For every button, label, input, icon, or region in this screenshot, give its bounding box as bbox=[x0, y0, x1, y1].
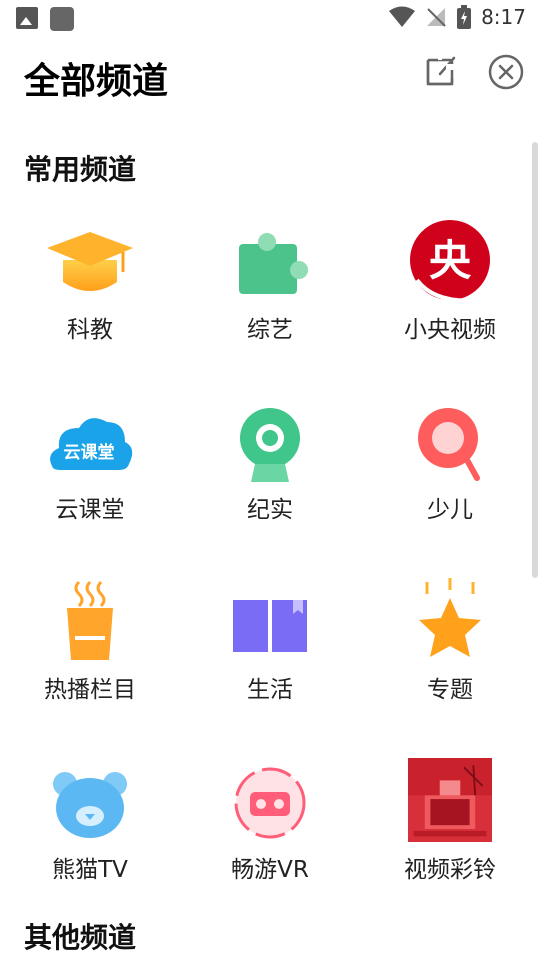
channel-item-panda[interactable]: 熊猫TV bbox=[0, 750, 180, 930]
channel-label: 生活 bbox=[247, 677, 293, 703]
status-bar: 8:17 bbox=[0, 0, 540, 36]
header: 全部频道 bbox=[0, 44, 540, 108]
panda-icon bbox=[53, 772, 127, 838]
page-title: 全部频道 bbox=[24, 61, 169, 102]
channel-label: 小央视频 bbox=[404, 317, 496, 343]
ringtone-thumbnail bbox=[408, 758, 492, 842]
channel-item-rebo[interactable]: 热播栏目 bbox=[0, 570, 180, 750]
yang-logo-icon: 央 bbox=[410, 220, 490, 303]
channel-item-yunketang[interactable]: 云课堂 云课堂 bbox=[0, 390, 180, 570]
vr-headset-icon bbox=[234, 767, 306, 839]
channel-item-keji[interactable]: 科教 bbox=[0, 210, 180, 390]
hot-cup-icon bbox=[67, 580, 113, 660]
channel-item-zongyi[interactable]: 综艺 bbox=[180, 210, 360, 390]
cloud-icon-text: 云课堂 bbox=[64, 442, 115, 463]
channel-item-shaoer[interactable]: 少儿 bbox=[360, 390, 540, 570]
channel-label: 少儿 bbox=[427, 497, 473, 523]
wifi-icon bbox=[389, 6, 416, 27]
channel-label: 云课堂 bbox=[55, 497, 125, 523]
channel-item-zhuanti[interactable]: 专题 bbox=[360, 570, 540, 750]
no-signal-icon bbox=[427, 8, 446, 27]
graduation-cap-icon bbox=[47, 232, 133, 291]
scrollbar[interactable] bbox=[532, 142, 538, 578]
channel-label: 视频彩铃 bbox=[404, 857, 496, 883]
cloud-class-icon: 云课堂 bbox=[50, 418, 133, 470]
app-notification-icon bbox=[50, 7, 74, 31]
clock: 8:17 bbox=[481, 5, 526, 29]
star-icon bbox=[419, 578, 481, 657]
channel-item-jishi[interactable]: 纪实 bbox=[180, 390, 360, 570]
magnifier-icon bbox=[418, 408, 480, 481]
edit-icon[interactable] bbox=[424, 54, 460, 90]
channel-item-cailing[interactable]: 视频彩铃 bbox=[360, 750, 540, 930]
channel-label: 畅游VR bbox=[231, 857, 309, 883]
channel-item-xiaoyang[interactable]: 央 小央视频 bbox=[360, 210, 540, 390]
channel-label: 熊猫TV bbox=[52, 857, 128, 883]
close-icon[interactable] bbox=[488, 54, 524, 90]
channel-label: 纪实 bbox=[247, 497, 293, 523]
battery-charging-icon bbox=[457, 5, 472, 29]
channel-item-vr[interactable]: 畅游VR bbox=[180, 750, 360, 930]
channel-item-shenghuo[interactable]: 生活 bbox=[180, 570, 360, 750]
channel-label: 科教 bbox=[67, 317, 113, 343]
webcam-icon bbox=[240, 408, 300, 482]
channel-label: 综艺 bbox=[247, 317, 293, 343]
image-notification-icon bbox=[16, 7, 38, 29]
channel-label: 专题 bbox=[427, 677, 473, 703]
yang-logo-text: 央 bbox=[429, 236, 472, 285]
channel-label: 热播栏目 bbox=[44, 677, 136, 703]
section-title-common: 常用频道 bbox=[24, 153, 137, 186]
puzzle-piece-icon bbox=[239, 233, 308, 294]
section-title-other: 其他频道 bbox=[24, 921, 137, 954]
open-book-icon bbox=[233, 600, 307, 652]
